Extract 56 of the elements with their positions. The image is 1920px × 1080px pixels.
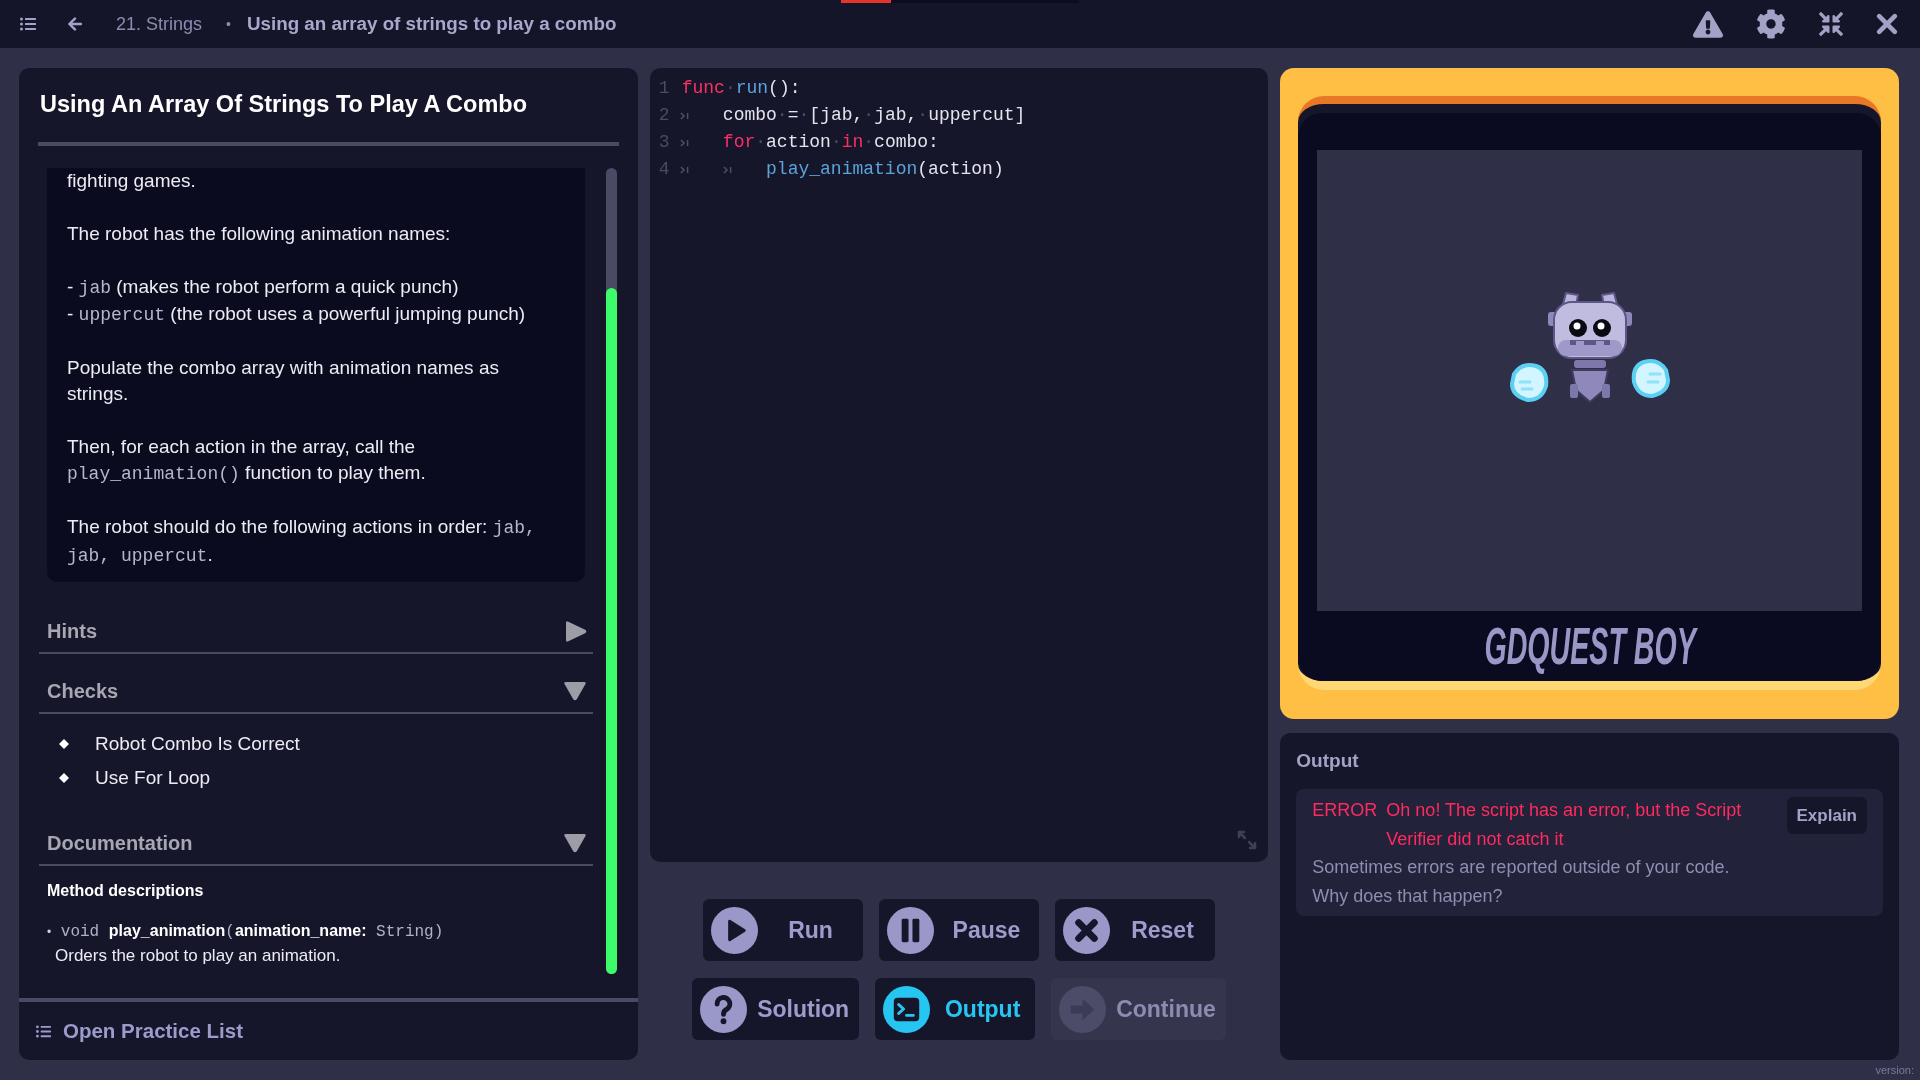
description-text: fighting games.: [67, 169, 197, 193]
code-line: combo·=·[jab,·jab,·uppercut]: [722, 104, 1026, 127]
method-description: Orders the robot to play an animation.: [54, 945, 342, 967]
lesson-heading: Using An Array Of Strings To Play A Combo: [40, 90, 529, 118]
code-line: for·action·in·combo:: [722, 131, 939, 154]
documentation-header[interactable]: Documentation: [39, 822, 593, 866]
hints-header[interactable]: Hints: [39, 610, 593, 654]
description-text: - jab (makes the robot perform a quick punch): [67, 274, 460, 300]
compress-arrows-icon[interactable]: [1819, 12, 1843, 36]
explain-button[interactable]: Explain: [1786, 797, 1867, 834]
terminal-icon: [883, 985, 931, 1033]
description-text: The robot should do the following actions in order: jab, jab, uppercut.: [67, 515, 537, 568]
output-heading: Output: [1296, 749, 1360, 773]
tab-marker-icon: [679, 111, 689, 120]
checks-header[interactable]: Checks: [39, 670, 593, 714]
description-text: Populate the combo array with animation names as strings.: [67, 355, 500, 407]
play-icon: [711, 906, 758, 954]
error-message: Oh no! The script has an error, but the Script Verifier did not catch it: [1386, 799, 1743, 851]
solution-button[interactable]: Solution: [692, 978, 860, 1040]
description-text: The robot has the following animation names:: [67, 221, 452, 246]
back-arrow-icon[interactable]: [68, 16, 82, 32]
menu-icon[interactable]: [20, 16, 36, 32]
settings-icon[interactable]: [1756, 9, 1786, 39]
pause-button[interactable]: Pause: [879, 899, 1039, 961]
doc-heading: Method descriptions: [47, 881, 205, 901]
reset-button[interactable]: Reset: [1055, 899, 1215, 961]
open-practice-list-button[interactable]: Open Practice List: [19, 1002, 638, 1060]
close-icon[interactable]: [1876, 13, 1898, 35]
method-signature: • void play_animation(animation_name: String): [47, 921, 445, 943]
tab-marker-icon: [722, 165, 732, 174]
console-label: GDQUEST BOY: [1484, 620, 1696, 672]
pause-icon: [887, 906, 934, 954]
output-note: Why does that happen?: [1312, 884, 1504, 908]
output-note: Sometimes errors are reported outside of your code.: [1312, 856, 1731, 879]
code-line: play_animation(action): [766, 158, 1004, 181]
diamond-icon: [59, 739, 69, 749]
tab-marker-icon: [679, 165, 689, 174]
arrow-right-icon: [1059, 985, 1107, 1033]
question-mark-icon: [700, 985, 748, 1033]
code-line: func·run():: [681, 77, 801, 100]
diamond-icon: [59, 773, 69, 783]
breadcrumb-separator: •: [226, 14, 231, 34]
warning-icon[interactable]: [1693, 10, 1723, 38]
description-text: - uppercut (the robot uses a powerful jumping punch): [67, 302, 527, 327]
run-button[interactable]: Run: [703, 899, 863, 961]
version-label: version:: [1875, 1062, 1914, 1078]
breadcrumb-chapter[interactable]: 21. Strings: [116, 10, 203, 38]
x-circle-icon: [1063, 906, 1110, 954]
check-item: Robot Combo Is Correct: [95, 731, 300, 756]
output-button[interactable]: Output: [875, 978, 1036, 1040]
error-tag: ERROR: [1312, 796, 1378, 853]
description-text: Then, for each action in the array, call the play_animation() function to play them.: [67, 435, 427, 487]
check-item: Use For Loop: [95, 765, 211, 790]
lesson-breadcrumb-title: Using an array of strings to play a combo: [246, 11, 617, 36]
tab-marker-icon: [679, 138, 689, 147]
list-icon: [36, 1023, 51, 1039]
